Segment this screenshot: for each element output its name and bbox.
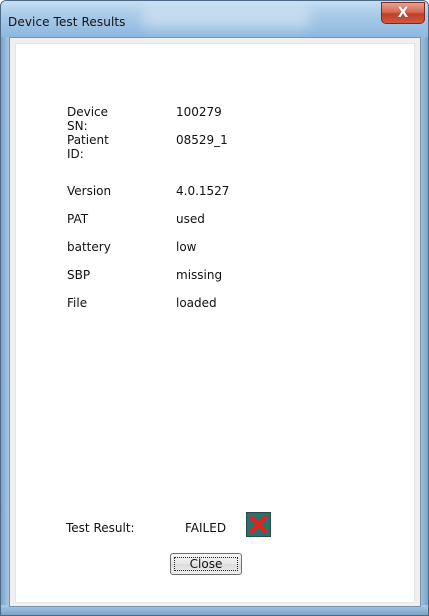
battery-label: battery	[67, 240, 111, 254]
window-frame-left	[1, 37, 9, 615]
version-value: 4.0.1527	[176, 184, 230, 198]
window-close-button[interactable]: X	[381, 2, 425, 24]
test-result-value: FAILED	[185, 521, 227, 535]
version-label: Version	[67, 184, 112, 198]
battery-value: low	[176, 240, 197, 254]
sbp-label: SBP	[67, 268, 91, 282]
title-bar: Device Test Results X	[1, 1, 428, 37]
device-sn-label: Device SN:	[67, 105, 109, 133]
patient-id-label: Patient ID:	[67, 133, 109, 161]
sbp-value: missing	[176, 268, 223, 282]
file-value: loaded	[176, 296, 217, 310]
failed-status-icon	[246, 512, 271, 537]
close-button-label: Close	[189, 557, 223, 571]
device-sn-value: 100279	[176, 105, 222, 119]
close-icon: X	[397, 5, 409, 21]
file-label: File	[67, 296, 88, 310]
patient-id-value: 08529_1	[176, 133, 228, 147]
red-x-icon	[249, 515, 268, 534]
test-result-label: Test Result:	[66, 521, 135, 535]
pat-label: PAT	[67, 212, 89, 226]
close-button[interactable]: Close	[170, 553, 242, 575]
device-test-results-window: Device Test Results X Device SN: 100279 …	[0, 0, 429, 616]
window-title: Device Test Results	[8, 15, 126, 29]
pat-value: used	[176, 212, 205, 226]
